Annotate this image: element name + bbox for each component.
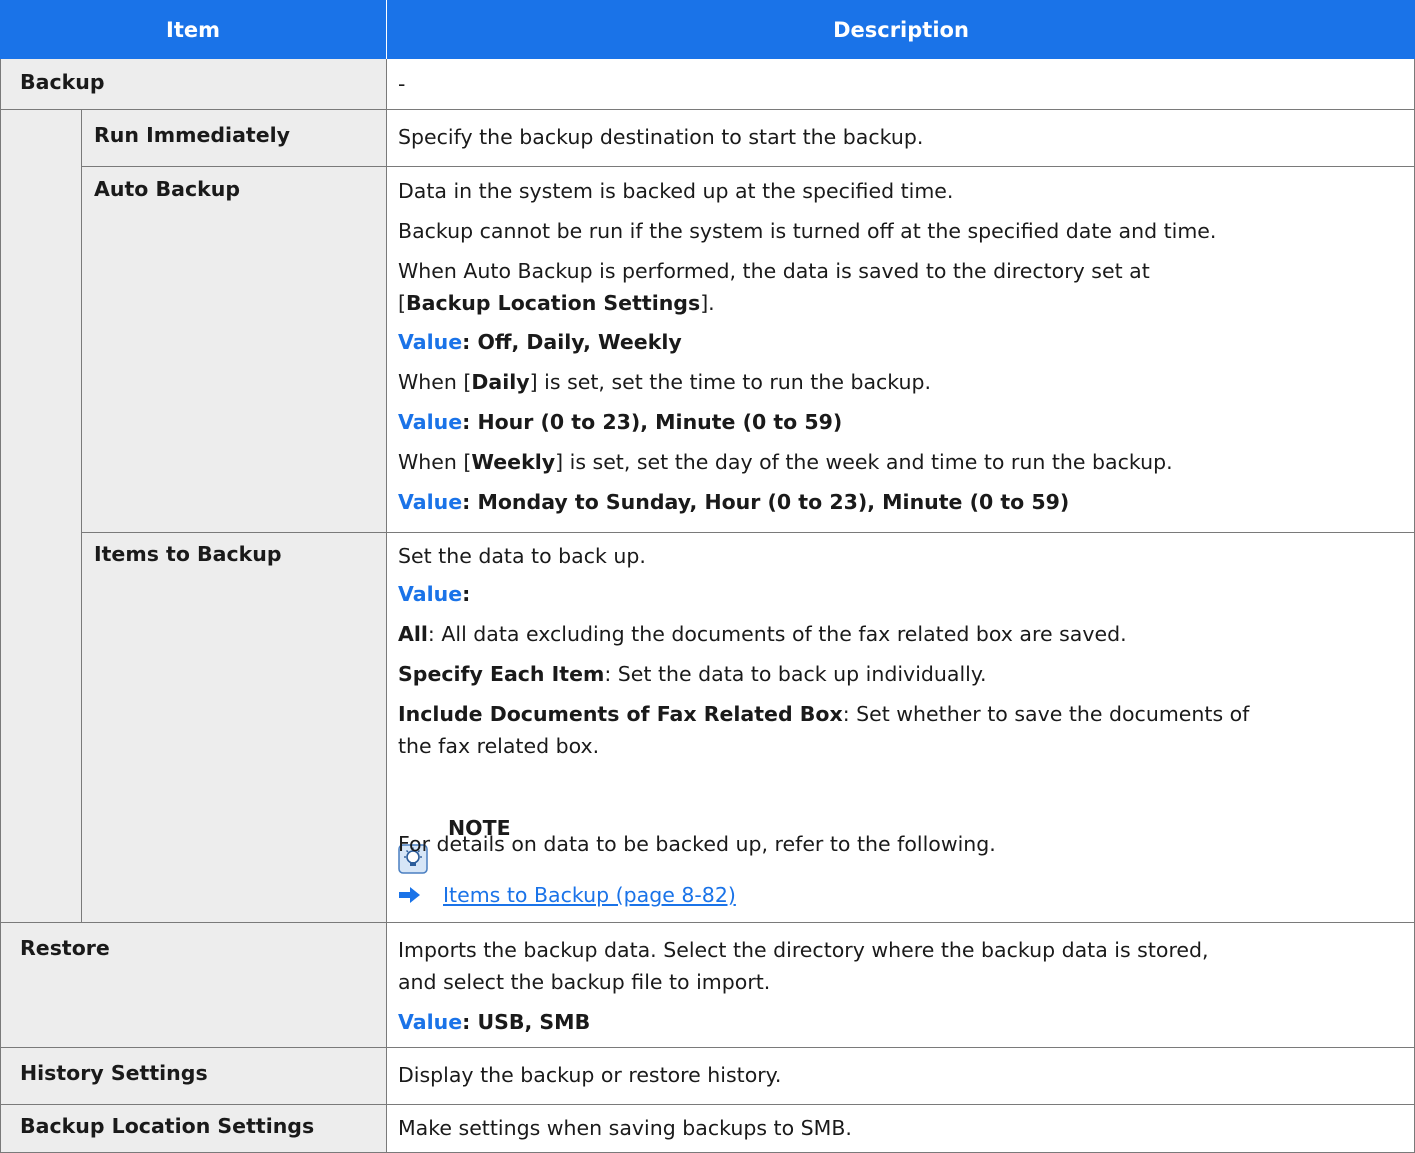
text-bold: Daily bbox=[471, 370, 530, 394]
settings-table: Item Description Backup Run Immediately … bbox=[0, 0, 1415, 1153]
item-restore: Restore bbox=[20, 936, 110, 960]
header-item: Item bbox=[0, 0, 386, 59]
desc-backup-location-settings: Make settings when saving backups to SMB… bbox=[398, 1116, 852, 1140]
text-fragment: : Set whether to save the documents of bbox=[842, 702, 1250, 726]
value-text: : bbox=[462, 582, 471, 606]
value-key: Value bbox=[398, 330, 463, 354]
value-text: : Off, Daily, Weekly bbox=[462, 330, 682, 354]
text-fragment: [ bbox=[398, 291, 406, 315]
text-bold: Include Documents of Fax Related Box bbox=[398, 702, 843, 726]
desc-restore-line: Imports the backup data. Select the dire… bbox=[398, 938, 1209, 962]
text-fragment: ] is set, set the time to run the backup… bbox=[529, 370, 932, 394]
desc-items-line: Set the data to back up. bbox=[398, 544, 646, 568]
header-description: Description bbox=[387, 0, 1415, 59]
item-backup: Backup bbox=[20, 70, 105, 94]
row-divider bbox=[81, 166, 1415, 167]
border-col-divider bbox=[386, 59, 387, 1153]
cell-items-to-backup bbox=[81, 532, 386, 922]
value-key: Value bbox=[398, 490, 463, 514]
desc-restore-line: and select the backup file to import. bbox=[398, 970, 771, 994]
text-fragment: When [ bbox=[398, 450, 472, 474]
text-fragment: : All data excluding the documents of th… bbox=[427, 622, 1127, 646]
value-key: Value bbox=[398, 1010, 463, 1034]
desc-auto-backup-line: When [Weekly] is set, set the day of the… bbox=[398, 448, 1173, 476]
row-divider bbox=[81, 532, 1415, 533]
border-indent bbox=[81, 109, 82, 922]
value-line: Value: Hour (0 to 23), Minute (0 to 59) bbox=[398, 408, 842, 436]
desc-auto-backup-line: Data in the system is backed up at the s… bbox=[398, 179, 954, 203]
link-items-to-backup[interactable]: Items to Backup (page 8-82) bbox=[443, 881, 736, 909]
border-left bbox=[0, 59, 1, 1153]
value-line: Value: bbox=[398, 580, 470, 608]
desc-items-line: Specify Each Item: Set the data to back … bbox=[398, 660, 987, 688]
value-text: : Hour (0 to 23), Minute (0 to 59) bbox=[462, 410, 843, 434]
item-items-to-backup: Items to Backup bbox=[94, 542, 282, 566]
cell-backup-indent bbox=[0, 109, 81, 922]
cell-auto-backup bbox=[81, 166, 386, 532]
text-fragment: ]. bbox=[700, 291, 715, 315]
desc-auto-backup-line: When [Daily] is set, set the time to run… bbox=[398, 368, 931, 396]
value-line: Value: USB, SMB bbox=[398, 1008, 590, 1036]
desc-history-settings: Display the backup or restore history. bbox=[398, 1063, 782, 1087]
row-divider bbox=[0, 1047, 1415, 1048]
row-divider bbox=[0, 1104, 1415, 1105]
note-text: For details on data to be backed up, ref… bbox=[398, 832, 996, 856]
desc-auto-backup-line: When Auto Backup is performed, the data … bbox=[398, 259, 1150, 283]
text-fragment: : Set the data to back up individually. bbox=[604, 662, 987, 686]
desc-backup: - bbox=[398, 72, 406, 96]
arrow-right-icon bbox=[399, 887, 420, 903]
text-bold: All bbox=[398, 622, 428, 646]
item-history-settings: History Settings bbox=[20, 1061, 208, 1085]
text-bold: Specify Each Item bbox=[398, 662, 605, 686]
desc-items-line: the fax related box. bbox=[398, 734, 600, 758]
text-fragment: When [ bbox=[398, 370, 472, 394]
item-backup-location-settings: Backup Location Settings bbox=[20, 1114, 315, 1138]
value-text: : Monday to Sunday, Hour (0 to 23), Minu… bbox=[462, 490, 1070, 514]
row-divider bbox=[0, 109, 1415, 110]
text-bold: Backup Location Settings bbox=[406, 291, 701, 315]
desc-auto-backup-line: [Backup Location Settings]. bbox=[398, 289, 715, 317]
text-fragment: ] is set, set the day of the week and ti… bbox=[555, 450, 1173, 474]
value-line: Value: Off, Daily, Weekly bbox=[398, 328, 682, 356]
value-text: : USB, SMB bbox=[462, 1010, 591, 1034]
text-bold: Weekly bbox=[471, 450, 556, 474]
item-auto-backup: Auto Backup bbox=[94, 177, 240, 201]
value-key: Value bbox=[398, 582, 463, 606]
row-divider bbox=[0, 922, 1415, 923]
value-line: Value: Monday to Sunday, Hour (0 to 23),… bbox=[398, 488, 1069, 516]
desc-items-line: Include Documents of Fax Related Box: Se… bbox=[398, 700, 1249, 728]
desc-items-line: All: All data excluding the documents of… bbox=[398, 620, 1127, 648]
header-description-label: Description bbox=[833, 17, 969, 42]
link-text[interactable]: Items to Backup (page 8-82) bbox=[443, 883, 736, 907]
desc-auto-backup-line: Backup cannot be run if the system is tu… bbox=[398, 219, 1217, 243]
header-item-label: Item bbox=[166, 17, 220, 42]
desc-run-immediately: Specify the backup destination to start … bbox=[398, 125, 924, 149]
value-key: Value bbox=[398, 410, 463, 434]
item-run-immediately: Run Immediately bbox=[94, 123, 290, 147]
